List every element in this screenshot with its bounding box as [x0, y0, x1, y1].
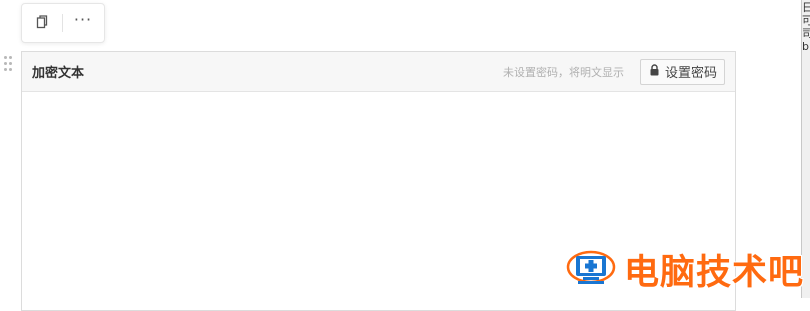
side-glyph: 日 [802, 2, 810, 14]
block-toolbar: ··· [21, 3, 105, 43]
more-button[interactable]: ··· [63, 4, 103, 42]
set-password-label: 设置密码 [664, 66, 717, 81]
more-icon: ··· [73, 10, 93, 29]
watermark-text: 电脑技术吧 [624, 252, 805, 293]
lock-icon [649, 63, 660, 80]
block-header: 加密文本 未设置密码，将明文显示 设置密码 [22, 52, 735, 92]
block-title: 加密文本 [32, 66, 85, 81]
password-hint: 未设置密码，将明文显示 [502, 65, 624, 79]
monitor-cross-logo [566, 244, 616, 294]
drag-handle-icon[interactable] [4, 56, 14, 72]
site-watermark: 电脑技术吧 [566, 244, 804, 294]
side-glyph: b [802, 40, 809, 53]
copy-button[interactable] [22, 4, 62, 42]
set-password-button[interactable]: 设置密码 [639, 58, 725, 85]
copy-icon [36, 14, 48, 33]
side-glyph: 可 [802, 15, 810, 27]
side-glyph: 司 [802, 28, 810, 40]
